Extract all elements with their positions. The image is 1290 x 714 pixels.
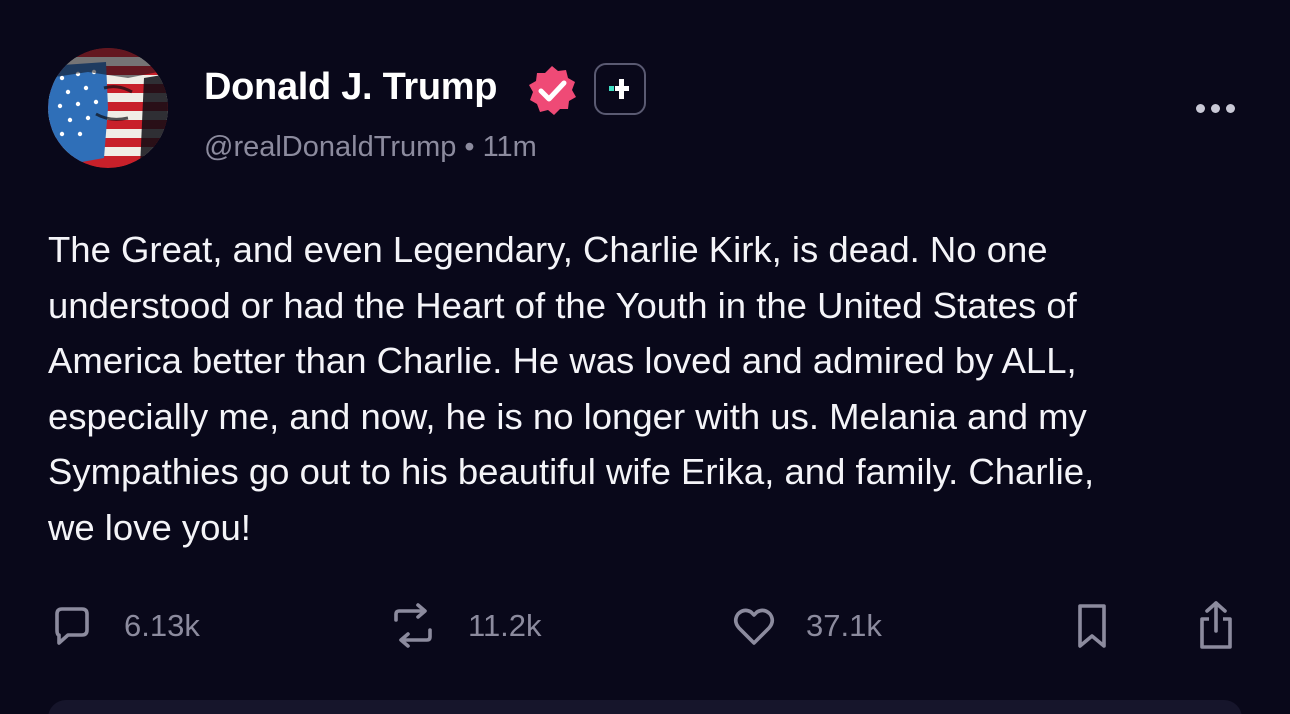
bookmark-icon xyxy=(1078,604,1106,648)
like-count: 37.1k xyxy=(806,608,882,643)
avatar-image xyxy=(48,48,168,168)
post: Donald J. Trump @realDonaldTrump • 11m The… xyxy=(0,0,1290,714)
more-dot xyxy=(1195,103,1205,113)
comment-icon xyxy=(55,607,89,645)
share-icon xyxy=(1200,601,1232,649)
repost-count: 11.2k xyxy=(468,608,542,643)
reply-count: 6.13k xyxy=(124,608,200,643)
verified-badge-icon xyxy=(529,66,576,115)
more-dot xyxy=(1225,103,1235,113)
display-name[interactable]: Donald J. Trump xyxy=(204,66,498,109)
share-button[interactable] xyxy=(1192,596,1240,656)
post-body: The Great, and even Legendary, Charlie K… xyxy=(48,229,1095,548)
more-dot xyxy=(1210,103,1220,113)
author-handle[interactable]: @realDonaldTrump xyxy=(204,131,456,163)
plus-badge[interactable] xyxy=(594,63,646,115)
post-timestamp: 11m xyxy=(482,131,537,163)
meta-separator: • xyxy=(464,131,475,163)
reply-button[interactable]: 6.13k xyxy=(48,596,200,656)
avatar[interactable] xyxy=(48,48,168,168)
heart-icon xyxy=(733,608,775,645)
repost-button[interactable]: 11.2k xyxy=(386,596,542,656)
post-actions: 6.13k 11.2k 37.1k xyxy=(0,596,1290,656)
post-meta: @realDonaldTrump • 11m xyxy=(204,131,537,164)
like-button[interactable]: 37.1k xyxy=(730,596,882,656)
plus-badge-icon xyxy=(609,79,629,99)
reply-composer[interactable] xyxy=(48,700,1242,714)
repost-icon xyxy=(394,603,432,648)
more-options-icon[interactable] xyxy=(1190,94,1240,122)
bookmark-button[interactable] xyxy=(1070,596,1114,656)
